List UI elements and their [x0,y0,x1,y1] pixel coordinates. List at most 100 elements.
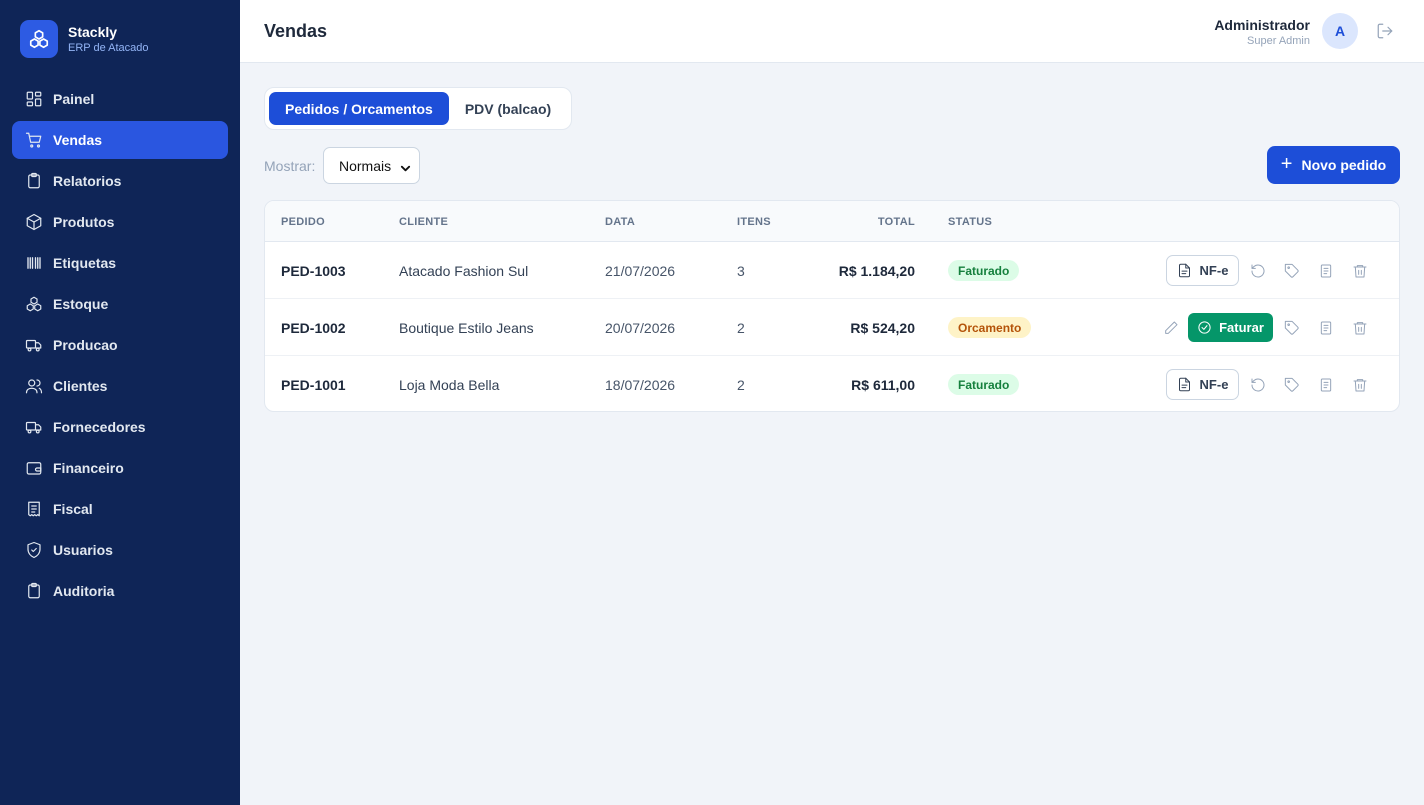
tab-pedidos-orcamentos[interactable]: Pedidos / Orcamentos [269,92,449,125]
order-date: 21/07/2026 [605,263,676,279]
order-total: R$ 611,00 [851,377,915,393]
sidebar-item-relatorios[interactable]: Relatorios [12,162,228,200]
dashboard-icon [25,90,43,108]
orders-table: PEDIDO CLIENTE DATA ITENS TOTAL STATUS P… [264,200,1400,412]
filter-select-value: Normais [339,157,392,174]
filter-select[interactable]: Normais [323,147,420,184]
avatar[interactable]: A [1322,13,1358,49]
row-actions: Faturar [1154,312,1377,343]
table-header: PEDIDO CLIENTE DATA ITENS TOTAL STATUS [265,201,1399,242]
shield-icon [25,541,43,559]
brand-name: Stackly [68,24,118,40]
col-header-data: DATA [605,216,636,228]
barcode-icon [25,254,43,272]
truck-icon [25,418,43,436]
cart-icon [25,131,43,149]
receipt-icon[interactable] [1309,312,1343,343]
tag-icon[interactable] [1275,312,1309,343]
sidebar-item-label: Etiquetas [53,255,117,271]
boxes-icon [25,295,43,313]
status-badge: Orcamento [948,317,1032,338]
order-client: Loja Moda Bella [399,377,500,393]
brand[interactable]: Stackly ERP de Atacado [20,20,149,58]
sidebar-item-clientes[interactable]: Clientes [12,367,228,405]
sidebar-item-label: Vendas [53,132,103,148]
col-header-status: STATUS [948,216,993,228]
sidebar-item-usuarios[interactable]: Usuarios [12,531,228,569]
order-items: 2 [737,320,745,336]
faturar-button[interactable]: Faturar [1188,313,1273,342]
sidebar-item-financeiro[interactable]: Financeiro [12,449,228,487]
sidebar-item-auditoria[interactable]: Auditoria [12,572,228,610]
clipboard-icon [25,172,43,190]
sidebar-item-producao[interactable]: Producao [12,326,228,364]
receipt-icon[interactable] [1309,369,1343,400]
sidebar-item-label: Fiscal [53,501,93,517]
sidebar-item-estoque[interactable]: Estoque [12,285,228,323]
brand-logo-icon [20,20,58,58]
sidebar-item-label: Estoque [53,296,109,312]
order-total: R$ 1.184,20 [838,263,915,279]
check-circle-icon [1198,321,1211,334]
order-date: 18/07/2026 [605,377,676,393]
sidebar-item-label: Clientes [53,378,108,394]
table-row[interactable]: PED-1003 Atacado Fashion Sul 21/07/2026 … [265,242,1399,299]
file-icon [1178,377,1190,392]
sidebar-item-label: Produtos [53,214,115,230]
tag-icon[interactable] [1275,255,1309,286]
table-row[interactable]: PED-1002 Boutique Estilo Jeans 20/07/202… [265,299,1399,356]
status-badge: Faturado [948,260,1020,281]
order-total: R$ 524,20 [850,320,915,336]
sidebar-item-fornecedores[interactable]: Fornecedores [12,408,228,446]
col-header-pedido: PEDIDO [281,216,325,228]
wallet-icon [25,459,43,477]
order-id: PED-1003 [281,263,346,279]
truck-icon [25,336,43,354]
users-icon [25,377,43,395]
sidebar-item-painel[interactable]: Painel [12,80,228,118]
table-row[interactable]: PED-1001 Loja Moda Bella 18/07/2026 2 R$… [265,356,1399,411]
tab-pdv-balcao[interactable]: PDV (balcao) [449,92,567,125]
new-order-label: Novo pedido [1301,157,1387,173]
tag-icon[interactable] [1275,369,1309,400]
revert-icon[interactable] [1241,369,1275,400]
receipt-icon[interactable] [1309,255,1343,286]
sidebar-item-produtos[interactable]: Produtos [12,203,228,241]
user-name: Administrador [1214,17,1310,33]
sidebar-item-label: Relatorios [53,173,122,189]
order-client: Boutique Estilo Jeans [399,320,534,336]
revert-icon[interactable] [1241,255,1275,286]
sidebar-item-label: Painel [53,91,95,107]
nfe-label: NF-e [1199,263,1229,278]
trash-icon[interactable] [1343,312,1377,343]
sidebar-nav: Painel Vendas Relatorios Produtos Etique… [12,80,228,613]
col-header-itens: ITENS [737,216,771,228]
sidebar-item-vendas[interactable]: Vendas [12,121,228,159]
nfe-button[interactable]: NF-e [1166,369,1239,400]
sidebar-item-label: Usuarios [53,542,113,558]
order-client: Atacado Fashion Sul [399,263,529,279]
nfe-label: NF-e [1199,377,1229,392]
sidebar-item-label: Auditoria [53,583,115,599]
box-icon [25,213,43,231]
col-header-cliente: CLIENTE [399,216,449,228]
row-actions: NF-e [1166,369,1377,400]
sidebar-item-fiscal[interactable]: Fiscal [12,490,228,528]
nfe-button[interactable]: NF-e [1166,255,1239,286]
sidebar-item-label: Financeiro [53,460,124,476]
sidebar-item-etiquetas[interactable]: Etiquetas [12,244,228,282]
order-id: PED-1001 [281,377,346,393]
col-header-total: TOTAL [877,216,915,228]
logout-icon[interactable] [1376,22,1394,40]
view-tabs: Pedidos / Orcamentos PDV (balcao) [264,87,573,130]
file-icon [1178,263,1190,278]
trash-icon[interactable] [1343,255,1377,286]
plus-icon: + [1280,152,1293,175]
sidebar-item-label: Fornecedores [53,419,146,435]
trash-icon[interactable] [1343,369,1377,400]
new-order-button[interactable]: + Novo pedido [1267,146,1400,184]
edit-icon[interactable] [1154,312,1188,343]
sidebar: Stackly ERP de Atacado Painel Vendas Rel… [0,0,240,805]
row-actions: NF-e [1166,255,1377,286]
sidebar-item-label: Producao [53,337,118,353]
